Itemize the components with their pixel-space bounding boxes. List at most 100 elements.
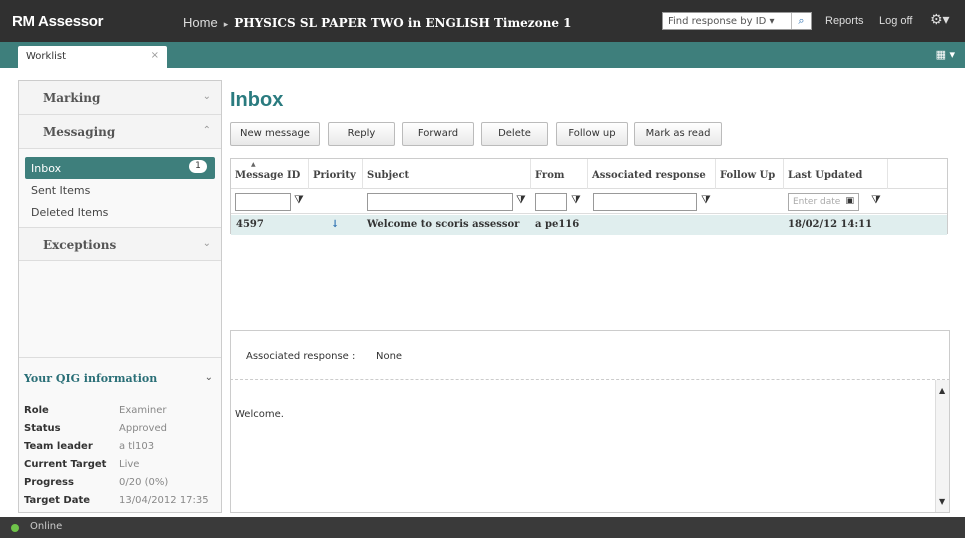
qig-info-panel: Your QIG information ⌄ Role Examiner Stat…	[19, 357, 221, 512]
qig-value: Examiner	[119, 405, 167, 416]
filter-message-id-input[interactable]	[235, 193, 291, 211]
column-message-id[interactable]: ▲ Message ID	[231, 159, 309, 189]
sidebar-item-sent[interactable]: Sent Items	[25, 179, 215, 201]
section-label: Marking	[43, 91, 101, 105]
qig-value: Approved	[119, 423, 167, 434]
reply-button[interactable]: Reply	[328, 122, 395, 146]
cell-from: a pe116	[535, 219, 580, 230]
chevron-up-icon: ⌃	[202, 125, 211, 136]
section-label: Exceptions	[43, 238, 117, 252]
associated-response-bar: Associated response : None	[230, 330, 950, 380]
table-header: ▲ Message ID Priority Subject From Associ…	[231, 159, 947, 189]
sort-asc-icon: ▲	[251, 161, 256, 168]
filter-assoc-input[interactable]	[593, 193, 697, 211]
qig-row: Status Approved	[24, 423, 167, 434]
calendar-icon[interactable]: ▣	[845, 196, 854, 206]
qig-key: Role	[24, 405, 49, 416]
filter-icon[interactable]: ⧩	[294, 193, 304, 207]
sidebar-item-label: Deleted Items	[31, 206, 109, 219]
tab-worklist[interactable]: Worklist ×	[18, 46, 167, 68]
breadcrumb-separator-icon: ▸	[223, 19, 229, 29]
mark-as-read-button[interactable]: Mark as read	[634, 122, 722, 146]
section-messaging[interactable]: Messaging ⌃	[19, 115, 221, 149]
column-priority[interactable]: Priority	[309, 159, 363, 189]
page-context-title: PHYSICS SL PAPER TWO in ENGLISH Timezone…	[234, 16, 572, 30]
online-status-icon	[11, 524, 19, 532]
home-link[interactable]: Home	[183, 15, 218, 30]
priority-low-icon: ↓	[331, 219, 340, 230]
scroll-up-icon[interactable]: ▲	[939, 386, 945, 395]
column-from[interactable]: From	[531, 159, 588, 189]
filter-row: ⧩ ⧩ ⧩ ⧩ Enter date ▣ ⧩	[231, 189, 947, 214]
delete-button[interactable]: Delete	[481, 122, 548, 146]
table-row[interactable]: 4597 ↓ Welcome to scoris assessor a pe11…	[231, 215, 947, 235]
unread-count-badge: 1	[189, 160, 207, 173]
message-text: Welcome.	[235, 409, 284, 420]
find-response-placeholder[interactable]: Find response by ID ▾	[663, 16, 791, 27]
chevron-down-icon: ⌄	[202, 238, 211, 249]
messages-table: ▲ Message ID Priority Subject From Associ…	[230, 158, 948, 235]
qig-key: Status	[24, 423, 61, 434]
filter-from-input[interactable]	[535, 193, 567, 211]
filter-icon[interactable]: ⧩	[701, 193, 711, 207]
message-body: Welcome. ▲ ▼	[230, 380, 950, 513]
qig-row: Team leader a tl103	[24, 441, 154, 452]
search-icon[interactable]: ⌕	[791, 13, 811, 29]
scroll-down-icon[interactable]: ▼	[939, 497, 945, 506]
breadcrumb: Home ▸ PHYSICS SL PAPER TWO in ENGLISH Tim…	[183, 15, 572, 30]
section-exceptions[interactable]: Exceptions ⌄	[19, 227, 221, 261]
chevron-down-icon: ⌄	[202, 91, 211, 102]
messaging-menu: Inbox 1 Sent Items Deleted Items	[19, 149, 221, 227]
gear-icon[interactable]: ⚙▾	[930, 12, 950, 28]
qig-value: 13/04/2012 17:35	[119, 495, 209, 506]
cell-subject: Welcome to scoris assessor	[367, 219, 520, 230]
qig-row: Progress 0/20 (0%)	[24, 477, 168, 488]
filter-date-input[interactable]: Enter date ▣	[788, 193, 859, 211]
assoc-label: Associated response :	[246, 351, 356, 362]
column-associated-response[interactable]: Associated response	[588, 159, 716, 189]
sidebar-item-label: Inbox	[31, 162, 62, 175]
tab-bar: Worklist × ▦ ▾	[0, 42, 965, 68]
find-response-input[interactable]: Find response by ID ▾ ⌕	[662, 12, 812, 30]
reports-link[interactable]: Reports	[825, 15, 864, 27]
section-marking[interactable]: Marking ⌄	[19, 81, 221, 115]
tab-label: Worklist	[26, 51, 67, 62]
qig-value: Live	[119, 459, 140, 470]
logoff-link[interactable]: Log off	[879, 15, 912, 27]
qig-row: Current Target Live	[24, 459, 139, 470]
new-message-button[interactable]: New message	[230, 122, 320, 146]
qig-row: Target Date 13/04/2012 17:35	[24, 495, 209, 506]
status-bar: Online	[0, 517, 965, 538]
column-subject[interactable]: Subject	[363, 159, 531, 189]
grid-menu-icon[interactable]: ▦ ▾	[936, 48, 955, 61]
filter-subject-input[interactable]	[367, 193, 513, 211]
column-last-updated[interactable]: Last Updated	[784, 159, 888, 189]
top-bar: RM Assessor Home ▸ PHYSICS SL PAPER TWO in…	[0, 0, 965, 42]
column-follow-up[interactable]: Follow Up	[716, 159, 784, 189]
left-sidebar: Marking ⌄ Messaging ⌃ Inbox 1 Sent Items…	[18, 80, 222, 513]
sidebar-item-deleted[interactable]: Deleted Items	[25, 201, 215, 223]
qig-row: Role Examiner	[24, 405, 167, 416]
filter-icon[interactable]: ⧩	[871, 193, 881, 207]
assoc-value: None	[376, 351, 403, 362]
forward-button[interactable]: Forward	[402, 122, 474, 146]
qig-value: a tl103	[119, 441, 155, 452]
qig-value: 0/20 (0%)	[119, 477, 169, 488]
page-title: Inbox	[230, 89, 284, 111]
section-label: Messaging	[43, 125, 116, 139]
chevron-down-icon[interactable]: ⌄	[205, 372, 213, 383]
qig-key: Current Target	[24, 459, 107, 470]
qig-key: Target Date	[24, 495, 91, 506]
filter-icon[interactable]: ⧩	[516, 193, 526, 207]
sidebar-item-inbox[interactable]: Inbox 1	[25, 157, 215, 179]
sidebar-item-label: Sent Items	[31, 184, 91, 197]
qig-key: Progress	[24, 477, 74, 488]
filter-icon[interactable]: ⧩	[571, 193, 581, 207]
qig-key: Team leader	[24, 441, 93, 452]
follow-up-button[interactable]: Follow up	[556, 122, 628, 146]
qig-title[interactable]: Your QIG information	[24, 372, 157, 385]
scrollbar[interactable]: ▲ ▼	[935, 380, 949, 512]
close-icon[interactable]: ×	[151, 50, 159, 61]
date-placeholder: Enter date	[793, 197, 841, 207]
cell-last-updated: 18/02/12 14:11	[788, 219, 873, 230]
